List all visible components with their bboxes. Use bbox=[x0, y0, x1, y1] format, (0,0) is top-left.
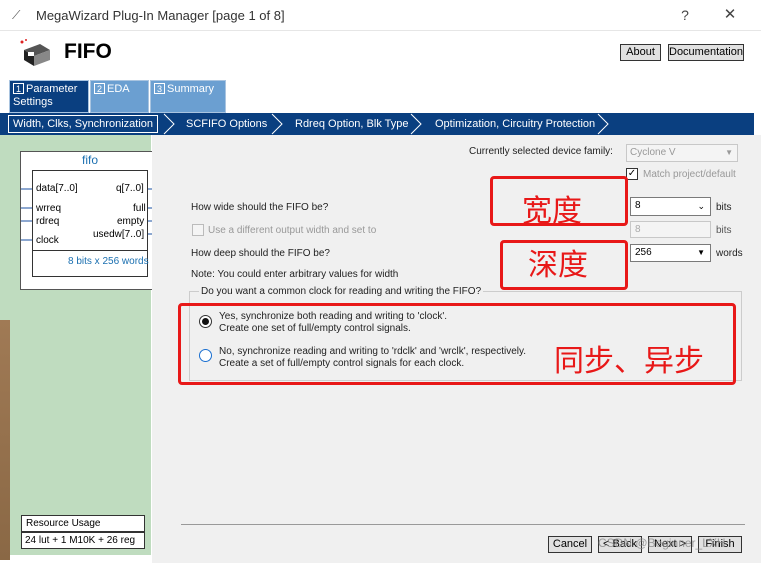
device-family-label: Currently selected device family: bbox=[469, 146, 613, 157]
background-image-strip bbox=[0, 320, 10, 560]
symbol-name: fifo bbox=[82, 153, 99, 167]
documentation-button[interactable]: Documentation bbox=[668, 44, 744, 61]
dropdown-arrow-icon: ▼ bbox=[697, 248, 705, 257]
annotation-width-text: 宽度 bbox=[522, 194, 582, 229]
chevron-right-icon bbox=[597, 113, 609, 135]
chevron-right-icon bbox=[271, 113, 283, 135]
page-title: FIFO bbox=[64, 40, 112, 63]
device-family-select[interactable]: Cyclone V ▼ bbox=[626, 144, 738, 162]
tab-label: Summary bbox=[167, 83, 215, 95]
csdn-watermark: CSDN @Beginner_LXH bbox=[598, 536, 726, 550]
depth-unit: words bbox=[716, 248, 743, 259]
width-question: How wide should the FIFO be? bbox=[191, 202, 329, 213]
different-output-width-label: Use a different output width and set to bbox=[208, 225, 377, 236]
different-output-width-checkbox[interactable] bbox=[192, 224, 204, 236]
depth-question: How deep should the FIFO be? bbox=[191, 248, 330, 259]
subtab-width-clks-sync[interactable]: Width, Clks, Synchronization bbox=[8, 115, 158, 133]
pin-data: data[7..0] bbox=[36, 183, 78, 194]
pin-wrreq: wrreq bbox=[36, 203, 62, 214]
subtab-optimization[interactable]: Optimization, Circuitry Protection bbox=[435, 113, 595, 135]
symbol-divider bbox=[32, 250, 148, 251]
resource-usage-value: 24 lut + 1 M10K + 26 reg bbox=[21, 532, 145, 549]
width-select[interactable]: 8 ⌄ bbox=[630, 197, 711, 216]
chevron-down-icon: ⌄ bbox=[697, 201, 705, 211]
output-width-unit: bits bbox=[716, 225, 732, 236]
pin-clock: clock bbox=[36, 235, 59, 246]
chevron-right-icon bbox=[163, 113, 175, 135]
match-project-label: Match project/default bbox=[643, 169, 736, 180]
footer-divider bbox=[181, 524, 745, 525]
symbol-footer: 8 bits x 256 words bbox=[68, 256, 149, 267]
tab-label: EDA bbox=[107, 83, 130, 95]
fifo-logo-icon bbox=[20, 39, 50, 66]
clock-question: Do you want a common clock for reading a… bbox=[199, 286, 484, 297]
tab-parameter-settings[interactable]: 1 Parameter Settings bbox=[9, 80, 89, 113]
resource-usage-label: Resource Usage bbox=[21, 515, 145, 532]
help-button[interactable]: ? bbox=[673, 4, 697, 26]
output-width-select[interactable]: 8 bbox=[630, 221, 711, 238]
pin-q: q[7..0] bbox=[116, 183, 144, 194]
pin-usedw: usedw[7..0] bbox=[93, 229, 145, 240]
chevron-right-icon bbox=[410, 113, 422, 135]
window-title: MegaWizard Plug-In Manager [page 1 of 8] bbox=[36, 8, 285, 23]
annotation-sync-text: 同步、异步 bbox=[554, 344, 704, 379]
cancel-button[interactable]: Cancel bbox=[548, 536, 592, 553]
depth-select[interactable]: 256 ▼ bbox=[630, 244, 711, 262]
width-note: Note: You could enter arbitrary values f… bbox=[191, 269, 399, 280]
subtab-scfifo-options[interactable]: SCFIFO Options bbox=[186, 113, 267, 135]
pin-rdreq: rdreq bbox=[36, 216, 60, 227]
pin-full: full bbox=[133, 203, 146, 214]
tab-summary[interactable]: 3 Summary bbox=[150, 80, 226, 113]
about-button[interactable]: About bbox=[620, 44, 661, 61]
width-unit: bits bbox=[716, 202, 732, 213]
pin-empty: empty bbox=[117, 216, 145, 227]
subtab-rdreq-option[interactable]: Rdreq Option, Blk Type bbox=[295, 113, 409, 135]
wizard-app-icon: ⟋ bbox=[12, 8, 21, 22]
annotation-depth-text: 深度 bbox=[528, 248, 588, 283]
dropdown-arrow-icon: ▼ bbox=[725, 148, 733, 157]
tab-eda[interactable]: 2 EDA bbox=[90, 80, 149, 113]
close-button[interactable]: ✕ bbox=[715, 4, 745, 26]
